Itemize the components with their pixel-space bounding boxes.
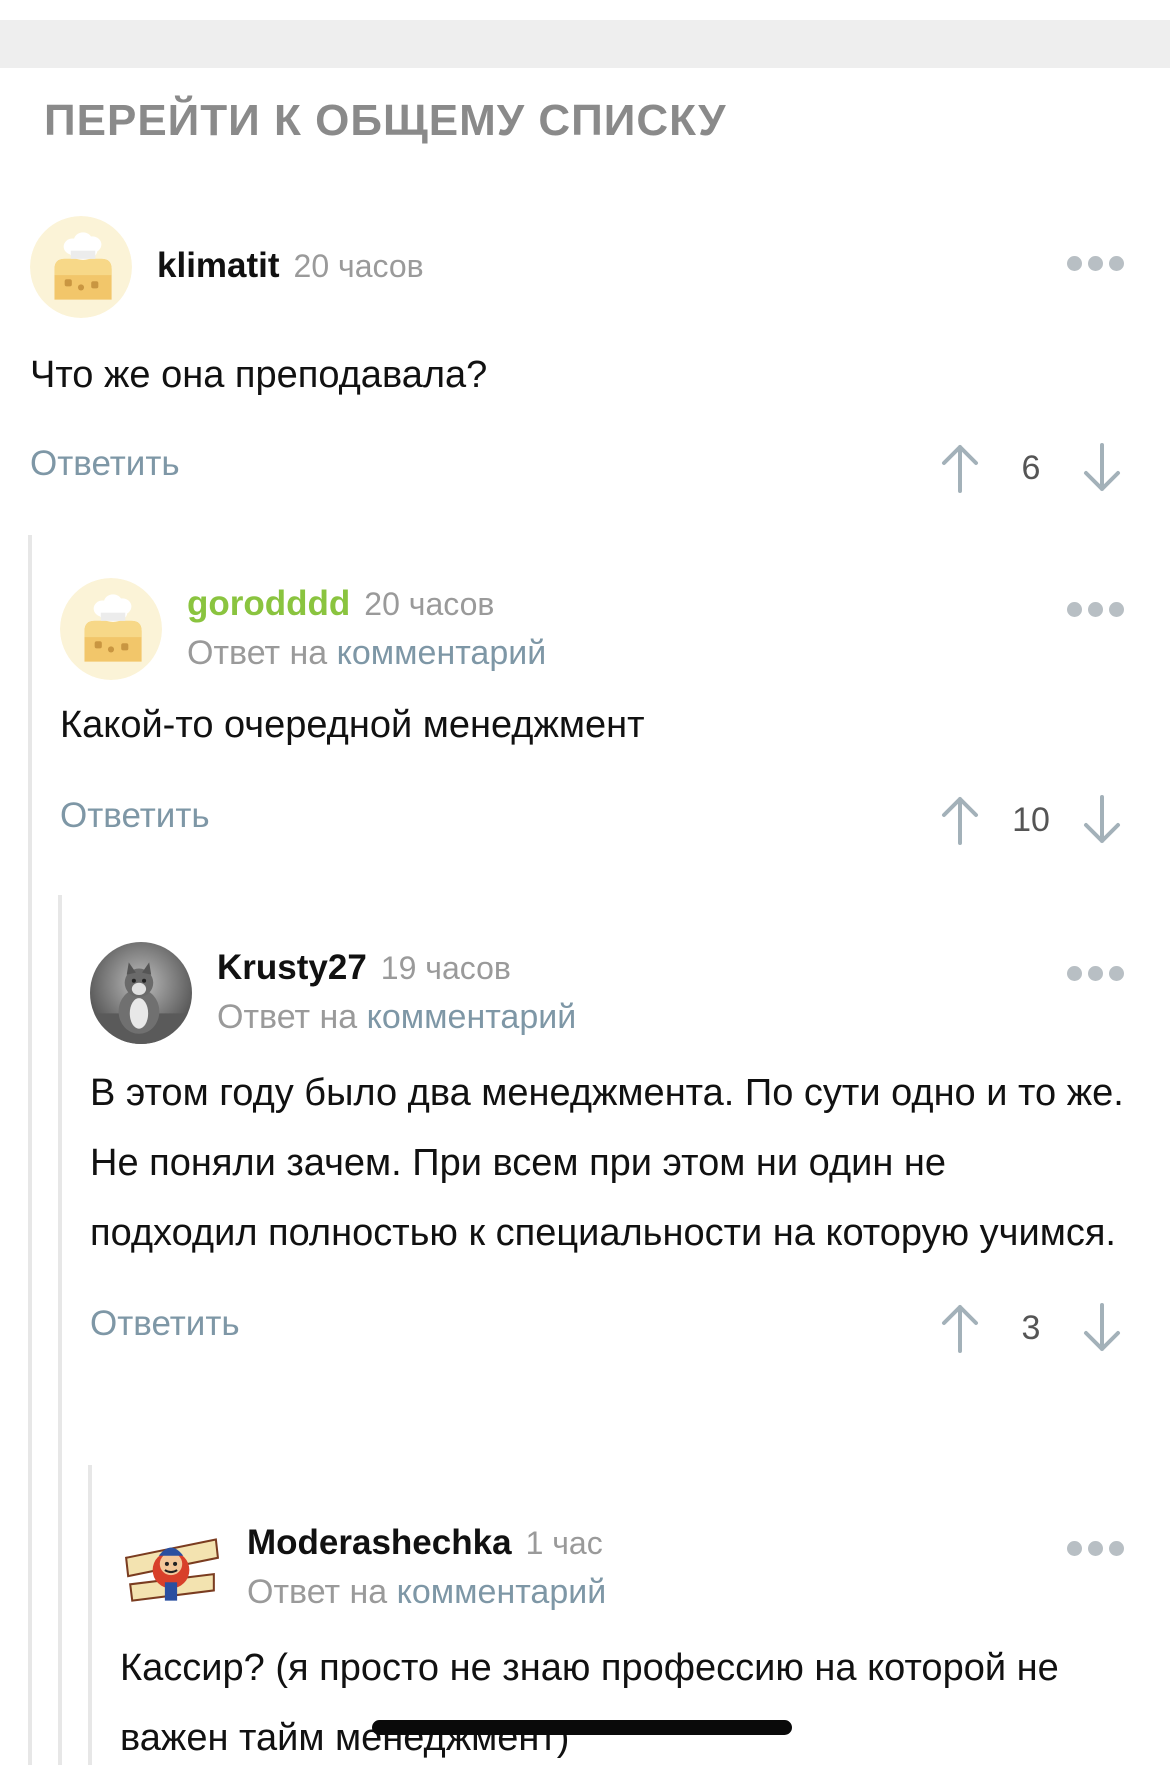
dot bbox=[1088, 1541, 1103, 1556]
comment-actions: Ответить 3 bbox=[90, 1298, 1124, 1358]
comment: klimatit 20 часов Что же она преподавала?… bbox=[30, 216, 1124, 498]
comment: Krusty27 19 часов Ответ на комментарий В … bbox=[90, 942, 1124, 1358]
rating-count: 10 bbox=[1012, 800, 1050, 839]
more-icon[interactable] bbox=[1067, 966, 1124, 981]
comment-header: Moderashechka 1 час Ответ на комментарий bbox=[120, 1517, 1124, 1621]
reply-to-line: Ответ на комментарий bbox=[187, 634, 546, 673]
dot bbox=[1067, 602, 1082, 617]
dot bbox=[1088, 602, 1103, 617]
reply-to-line: Ответ на комментарий bbox=[217, 998, 576, 1037]
dot bbox=[1067, 256, 1082, 271]
dot bbox=[1067, 966, 1082, 981]
author-name[interactable]: Krusty27 bbox=[217, 948, 367, 987]
more-icon[interactable] bbox=[1067, 256, 1124, 271]
home-indicator[interactable] bbox=[372, 1720, 792, 1735]
comment-time: 20 часов bbox=[293, 248, 424, 284]
reply-to-prefix: Ответ на bbox=[247, 1573, 388, 1611]
chef-hat-cheese-icon bbox=[30, 216, 132, 318]
downvote-arrow-icon[interactable] bbox=[1080, 441, 1124, 495]
vote-block: 10 bbox=[938, 790, 1124, 850]
comment-time: 19 часов bbox=[380, 950, 511, 986]
dot bbox=[1109, 602, 1124, 617]
upvote-arrow-icon[interactable] bbox=[938, 441, 982, 495]
reply-to-comment-link[interactable]: комментарий bbox=[397, 1573, 607, 1611]
vote-block: 3 bbox=[938, 1298, 1124, 1358]
upvote-arrow-icon[interactable] bbox=[938, 793, 982, 847]
comment-actions: Ответить 10 bbox=[60, 790, 1124, 850]
vote-block: 6 bbox=[938, 438, 1124, 498]
comment-text: Какой-то очередной менеджмент bbox=[60, 704, 645, 746]
reply-button[interactable]: Ответить bbox=[60, 796, 210, 836]
comment-text: В этом году было два менеджмента. По сут… bbox=[90, 1072, 1124, 1254]
cartoon-badge-icon bbox=[120, 1517, 222, 1619]
top-band bbox=[0, 20, 1170, 68]
reply-to-line: Ответ на комментарий bbox=[247, 1573, 606, 1612]
avatar[interactable] bbox=[120, 1517, 222, 1619]
comment: gorodddd 20 часов Ответ на комментарий Ка… bbox=[60, 578, 1124, 850]
avatar[interactable] bbox=[60, 578, 162, 680]
comment-meta: klimatit 20 часов bbox=[157, 246, 424, 286]
reply-button[interactable]: Ответить bbox=[30, 444, 180, 484]
dot bbox=[1109, 1541, 1124, 1556]
dot bbox=[1088, 256, 1103, 271]
thread-line bbox=[28, 535, 32, 1765]
comment-header: Krusty27 19 часов Ответ на комментарий bbox=[90, 942, 1124, 1046]
comment-meta: Krusty27 19 часов Ответ на комментарий bbox=[217, 948, 576, 1037]
chef-hat-cheese-icon bbox=[60, 578, 162, 680]
comment-time: 20 часов bbox=[364, 586, 495, 622]
more-icon[interactable] bbox=[1067, 602, 1124, 617]
reply-to-prefix: Ответ на bbox=[217, 998, 358, 1036]
cat-photo-icon bbox=[90, 942, 192, 1044]
comment-time: 1 час bbox=[525, 1525, 603, 1561]
comment-text: Что же она преподавала? bbox=[30, 354, 488, 396]
reply-to-prefix: Ответ на bbox=[187, 634, 328, 672]
downvote-arrow-icon[interactable] bbox=[1080, 793, 1124, 847]
comment-text: Кассир? (я просто не знаю профессию на к… bbox=[120, 1647, 1059, 1759]
goto-all-comments-link[interactable]: ПЕРЕЙТИ К ОБЩЕМУ СПИСКУ bbox=[44, 96, 727, 146]
dot bbox=[1067, 1541, 1082, 1556]
more-icon[interactable] bbox=[1067, 1541, 1124, 1556]
comment-header: gorodddd 20 часов Ответ на комментарий bbox=[60, 578, 1124, 682]
avatar[interactable] bbox=[90, 942, 192, 1044]
author-name[interactable]: Moderashechka bbox=[247, 1523, 512, 1562]
reply-to-comment-link[interactable]: комментарий bbox=[337, 634, 547, 672]
thread-line bbox=[88, 1465, 92, 1765]
reply-button[interactable]: Ответить bbox=[90, 1304, 240, 1344]
author-name[interactable]: gorodddd bbox=[187, 584, 350, 623]
comment-actions: Ответить 6 bbox=[30, 438, 1124, 498]
rating-count: 3 bbox=[1021, 1308, 1041, 1347]
avatar[interactable] bbox=[30, 216, 132, 318]
reply-to-comment-link[interactable]: комментарий bbox=[367, 998, 577, 1036]
dot bbox=[1109, 966, 1124, 981]
thread-line bbox=[58, 895, 62, 1765]
downvote-arrow-icon[interactable] bbox=[1080, 1301, 1124, 1355]
comment-header: klimatit 20 часов bbox=[30, 216, 1124, 320]
dot bbox=[1088, 966, 1103, 981]
dot bbox=[1109, 256, 1124, 271]
author-name[interactable]: klimatit bbox=[157, 246, 280, 285]
comment-meta: gorodddd 20 часов Ответ на комментарий bbox=[187, 584, 546, 673]
comment-meta: Moderashechka 1 час Ответ на комментарий bbox=[247, 1523, 606, 1612]
rating-count: 6 bbox=[1021, 448, 1041, 487]
upvote-arrow-icon[interactable] bbox=[938, 1301, 982, 1355]
